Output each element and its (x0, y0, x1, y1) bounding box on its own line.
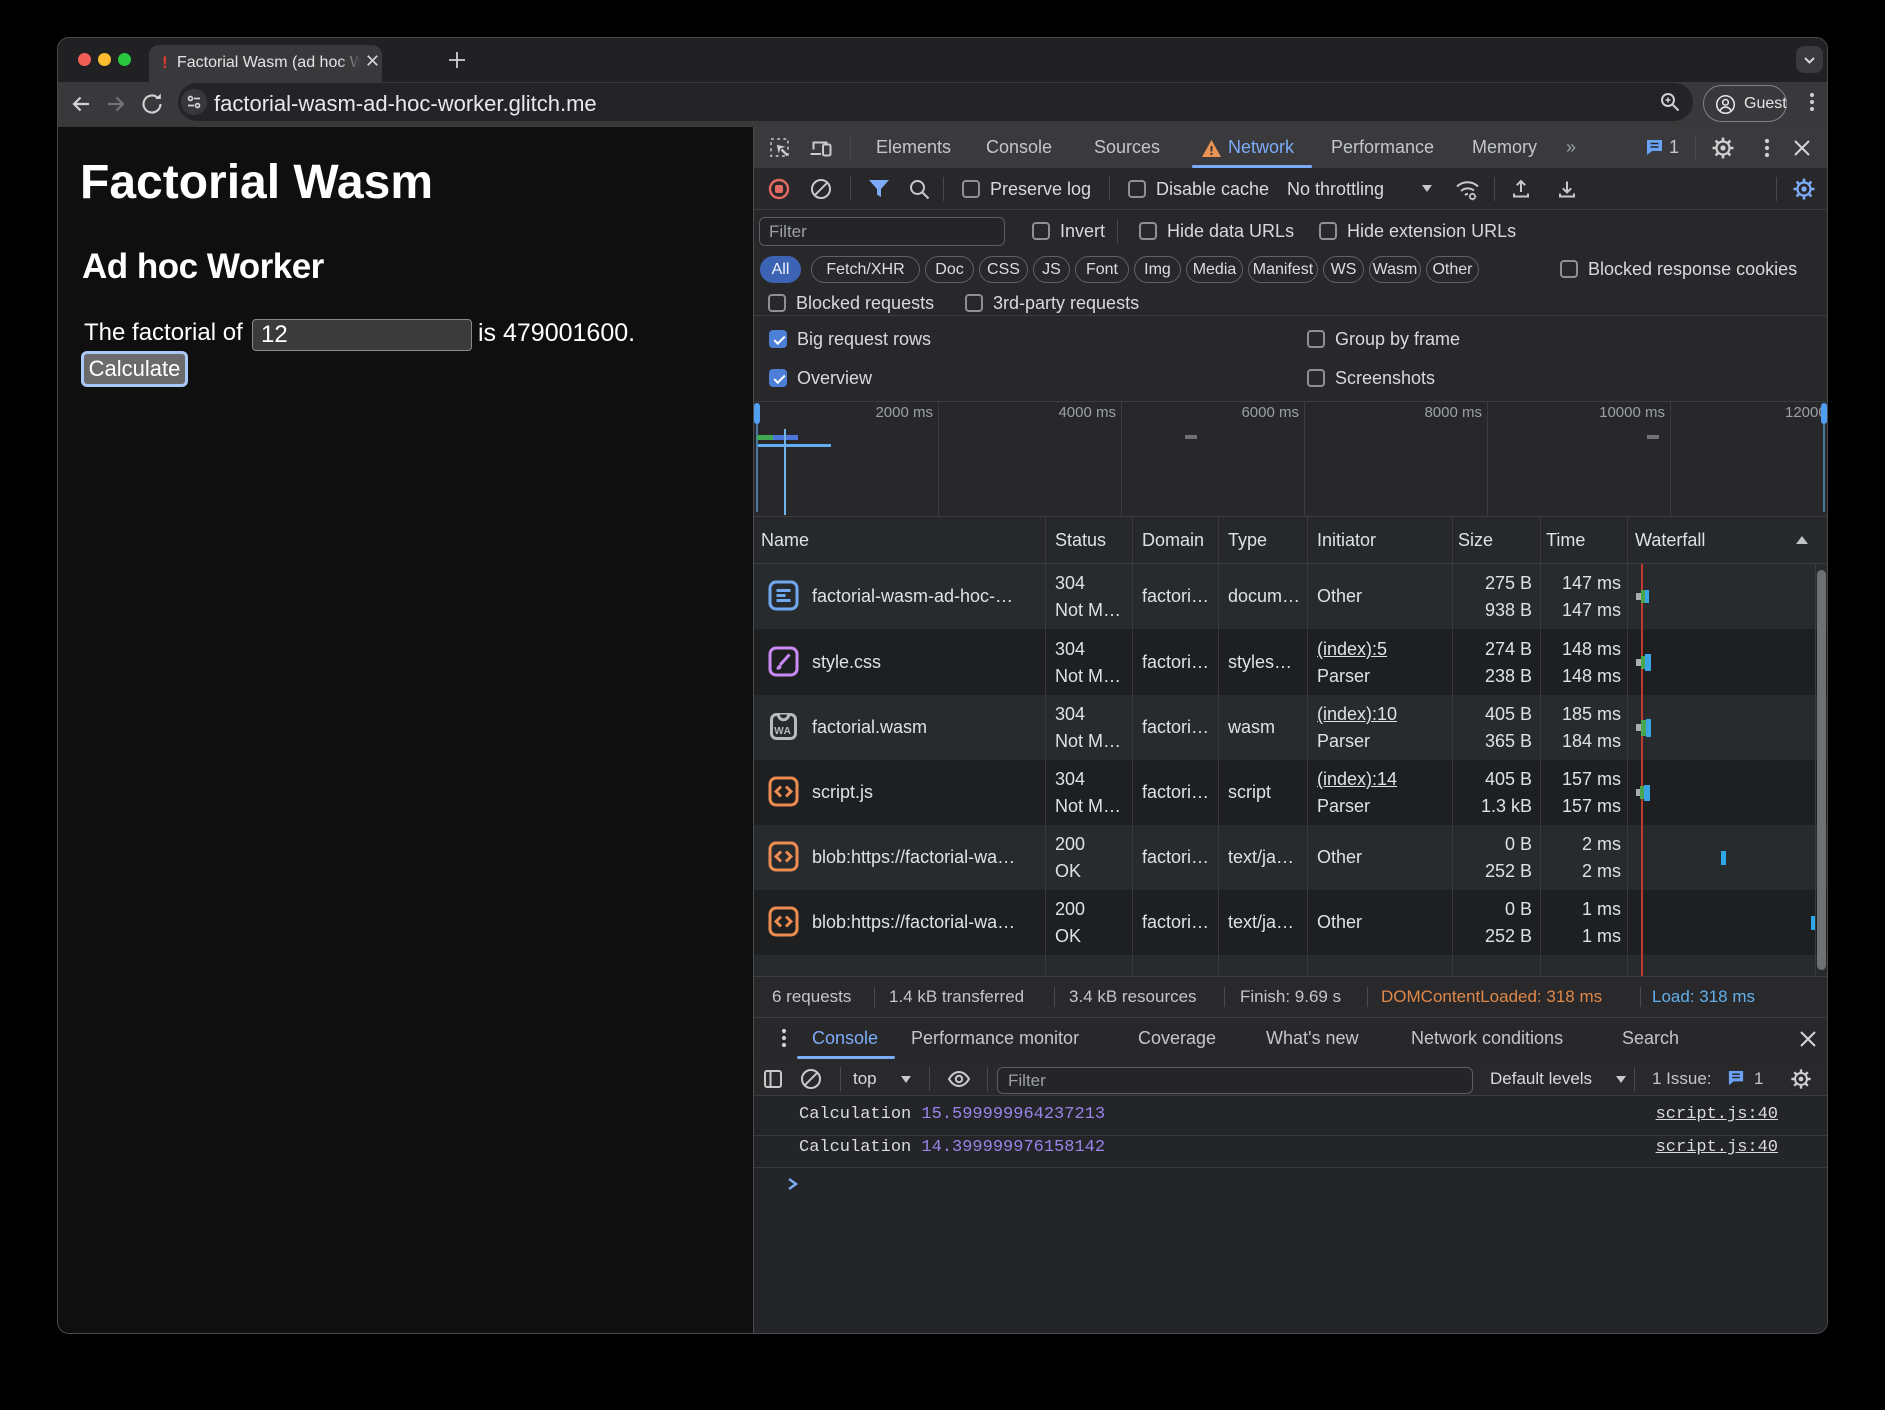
svg-text:WA: WA (774, 726, 791, 737)
